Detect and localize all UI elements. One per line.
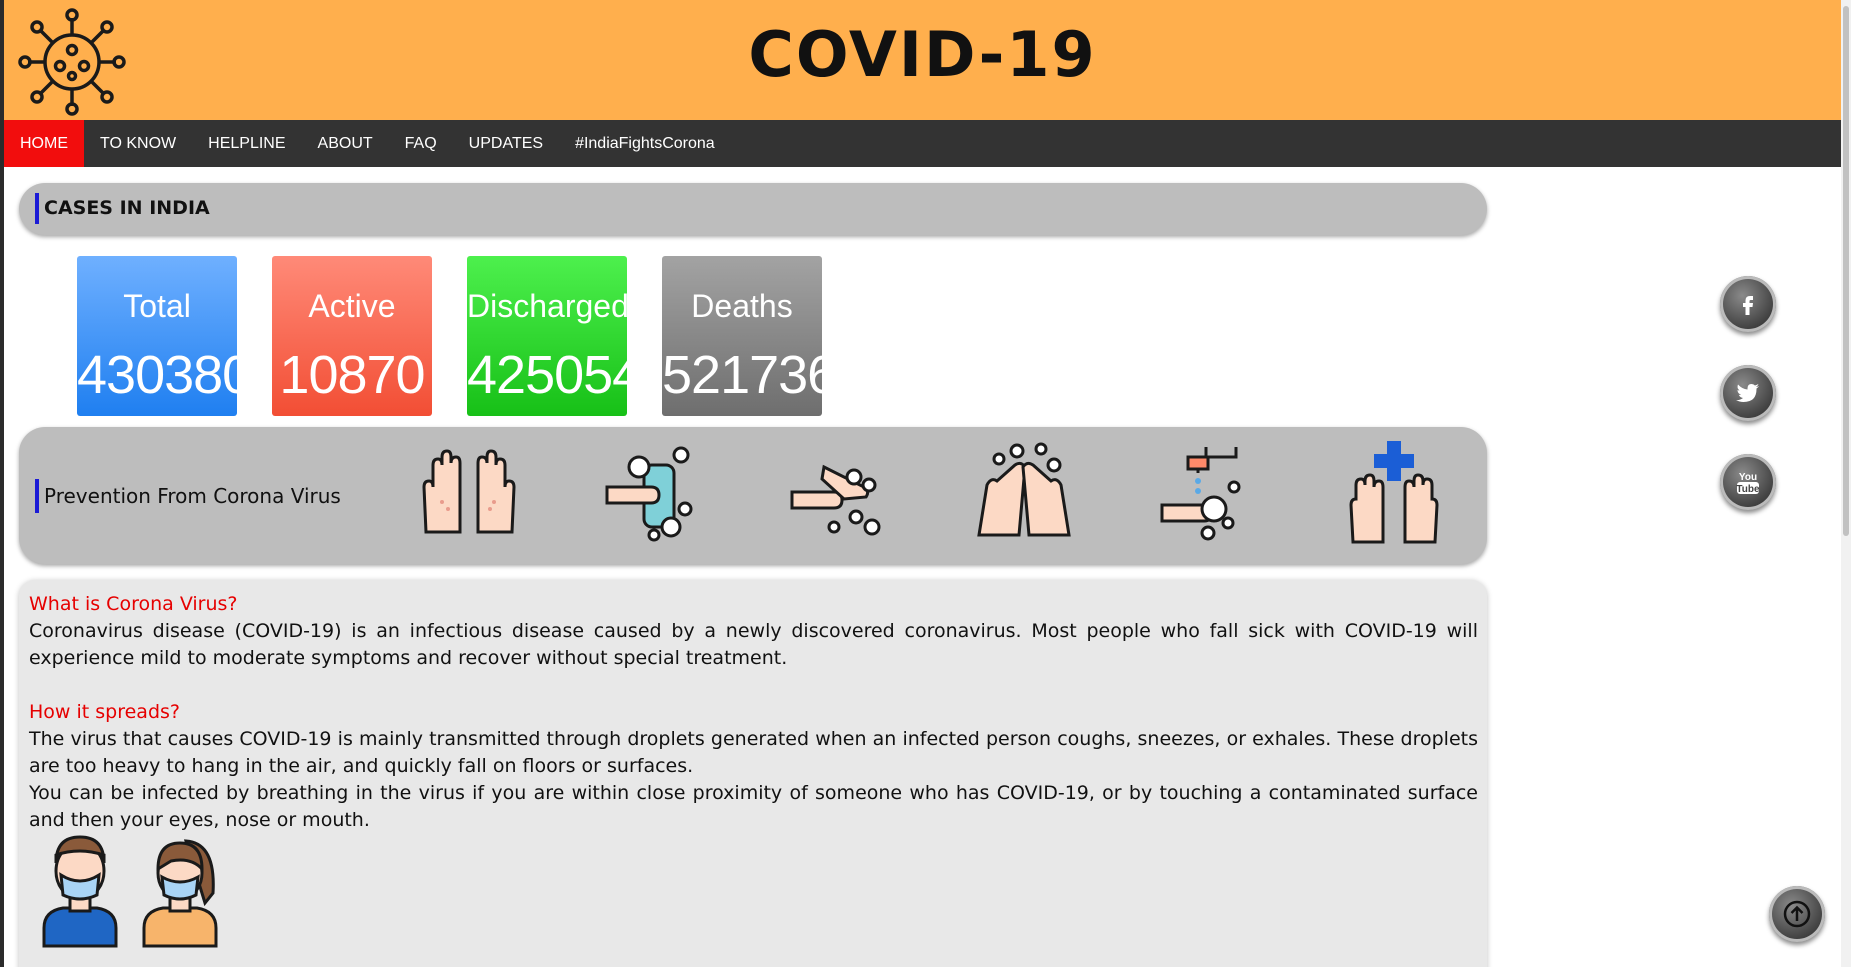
svg-text:Tube: Tube — [1736, 484, 1760, 495]
soap-hand-icon — [605, 446, 693, 542]
clean-hands-medical-icon — [1349, 441, 1439, 544]
page: COVID-19 HOME TO KNOW HELPLINE ABOUT FAQ… — [4, 0, 1841, 967]
nav-home[interactable]: HOME — [4, 120, 84, 167]
masked-woman-icon — [142, 839, 218, 948]
deaths-card: Deaths 521736 — [662, 256, 822, 416]
scrollbar-thumb[interactable] — [1843, 6, 1849, 536]
nav-to-know[interactable]: TO KNOW — [84, 120, 192, 167]
site-title: COVID-19 — [748, 18, 1097, 91]
active-label: Active — [308, 288, 396, 324]
site-header: COVID-19 — [4, 0, 1841, 120]
cases-heading: CASES IN INDIA — [35, 193, 210, 224]
nav-india-fights-corona[interactable]: #IndiaFightsCorona — [559, 120, 731, 167]
raised-hands-icon — [422, 449, 516, 534]
youtube-button[interactable]: You Tube — [1720, 454, 1776, 510]
how-spreads-title: How it spreads? — [29, 701, 180, 723]
tap-washing-icon — [1160, 447, 1241, 541]
masked-people-illustration — [42, 835, 218, 948]
prevention-heading: Prevention From Corona Virus — [35, 479, 341, 513]
arrow-up-circle-icon — [1783, 900, 1811, 928]
rubbing-hands-icon — [977, 442, 1071, 537]
youtube-icon: You Tube — [1736, 472, 1760, 495]
facebook-button[interactable] — [1720, 276, 1776, 332]
main-navbar: HOME TO KNOW HELPLINE ABOUT FAQ UPDATES … — [4, 120, 1841, 167]
deaths-label: Deaths — [691, 288, 793, 324]
info-panel: What is Corona Virus? Coronavirus diseas… — [19, 580, 1487, 967]
nav-about[interactable]: ABOUT — [302, 120, 389, 167]
active-value: 10870 — [279, 345, 425, 405]
total-cases-card: Total 430380 — [77, 256, 237, 416]
discharged-label: Discharged — [467, 288, 627, 324]
masked-man-icon — [42, 835, 118, 948]
total-value: 430380 — [77, 345, 237, 405]
total-label: Total — [123, 288, 191, 324]
prevention-bar: Prevention From Corona Virus — [19, 427, 1487, 564]
nav-updates[interactable]: UPDATES — [453, 120, 559, 167]
back-to-top-button[interactable] — [1769, 886, 1825, 942]
active-cases-card: Active 10870 — [272, 256, 432, 416]
twitter-icon — [1736, 384, 1759, 402]
vertical-scrollbar[interactable] — [1841, 0, 1851, 967]
facebook-icon — [1743, 296, 1753, 315]
nav-faq[interactable]: FAQ — [389, 120, 453, 167]
discharged-cases-card: Discharged 4250541 — [467, 256, 627, 416]
twitter-button[interactable] — [1720, 365, 1776, 421]
svg-text:You: You — [1739, 472, 1757, 483]
how-spreads-text-1: The virus that causes COVID-19 is mainly… — [29, 728, 1478, 777]
deaths-value: 521736 — [662, 345, 822, 405]
how-spreads-text-2: You can be infected by breathing in the … — [29, 782, 1478, 831]
what-is-title: What is Corona Virus? — [29, 593, 238, 615]
hand-washing-icon — [790, 464, 881, 536]
what-is-text: Coronavirus disease (COVID-19) is an inf… — [29, 620, 1478, 669]
cases-heading-bar: CASES IN INDIA — [19, 183, 1487, 235]
nav-helpline[interactable]: HELPLINE — [192, 120, 301, 167]
discharged-value: 4250541 — [467, 345, 627, 405]
